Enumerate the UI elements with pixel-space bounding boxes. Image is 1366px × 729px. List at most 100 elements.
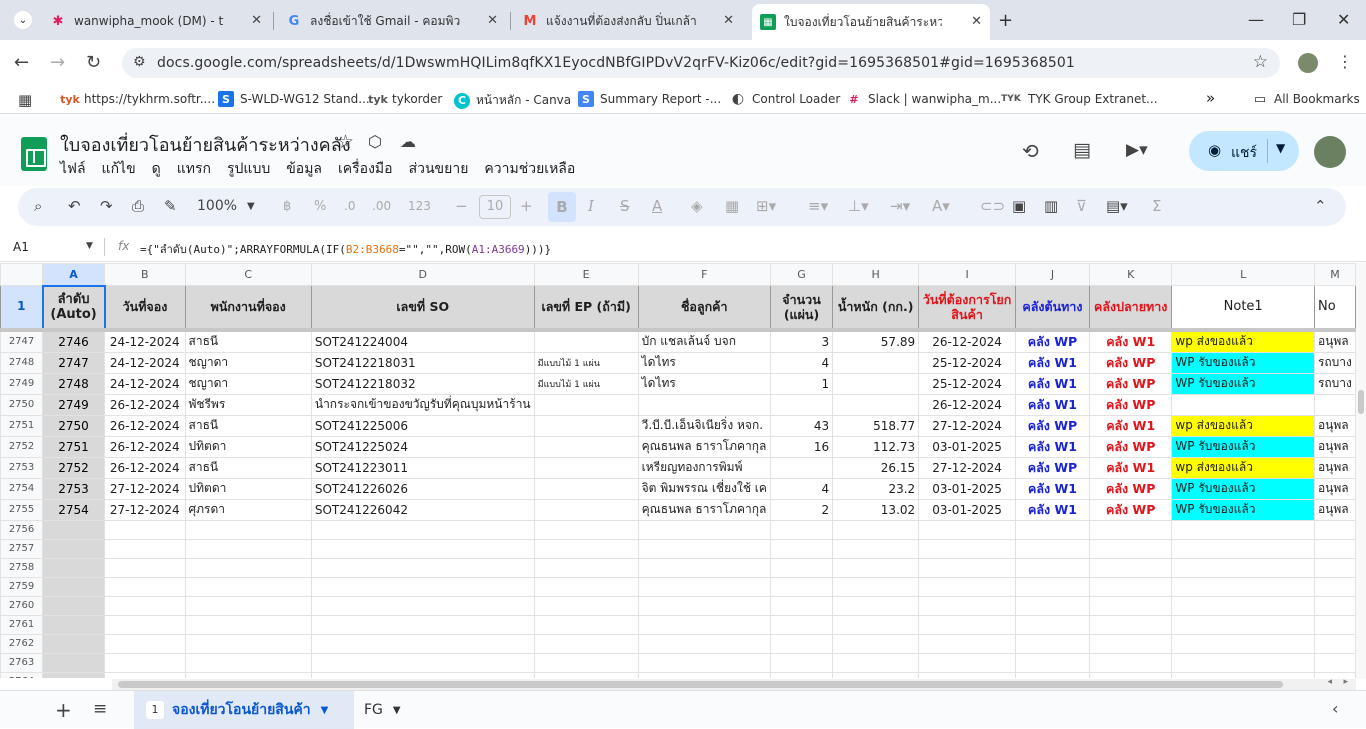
empty-cell[interactable] (533, 557, 639, 578)
bookmark-item[interactable]: tyk https://tykhrm.softr.... (60, 91, 215, 107)
cell-ep-number[interactable]: มีแบบไม้ 1 แผ่น (533, 372, 639, 395)
empty-cell[interactable] (1171, 614, 1315, 635)
cell-customer[interactable]: ไดไทร (637, 351, 771, 374)
cell-note1[interactable]: WP รับของแล้ว (1171, 435, 1315, 458)
empty-cell[interactable] (1171, 671, 1315, 678)
back-icon[interactable]: ← (14, 52, 29, 73)
cell-ep-number[interactable] (533, 435, 639, 458)
cell-origin-warehouse[interactable]: คลัง WP (1015, 414, 1090, 437)
increase-decimal-button[interactable]: .00 (372, 199, 391, 213)
empty-cell[interactable] (1088, 595, 1173, 616)
cell-ep-number[interactable] (533, 393, 639, 416)
row-number[interactable]: 2755 (0, 498, 44, 521)
column-header[interactable]: C (184, 263, 312, 286)
decrease-font-size-icon[interactable]: − (455, 197, 468, 215)
empty-cell[interactable] (769, 595, 834, 616)
percent-format-button[interactable]: % (314, 199, 326, 214)
vertical-align-icon[interactable]: ⊥▾ (848, 197, 869, 215)
empty-cell[interactable] (832, 671, 920, 678)
empty-cell[interactable] (184, 576, 312, 597)
empty-cell[interactable] (533, 519, 639, 540)
fill-color-icon[interactable]: ◈ (691, 197, 703, 215)
bookmark-item[interactable]: tyk tykorder (368, 91, 442, 107)
cell-destination-warehouse[interactable]: คลัง W1 (1088, 456, 1173, 479)
empty-cell[interactable] (184, 519, 312, 540)
empty-cell[interactable] (1313, 557, 1356, 578)
bookmarks-overflow-icon[interactable]: » (1206, 89, 1215, 107)
cell-transfer-date[interactable]: 03-01-2025 (918, 498, 1017, 521)
cell-note2[interactable]: รถบาง (1313, 351, 1356, 374)
menu-help[interactable]: ความช่วยเหลือ (484, 158, 575, 180)
vertical-scrollbar[interactable] (1356, 263, 1366, 679)
close-icon[interactable]: ✕ (251, 13, 262, 28)
empty-cell[interactable] (1088, 671, 1173, 678)
cell-note2[interactable]: อนุพล (1313, 498, 1356, 521)
cell-weight[interactable] (832, 393, 920, 416)
empty-cell[interactable] (310, 614, 535, 635)
empty-cell[interactable] (184, 652, 312, 673)
cell-so-number[interactable]: SOT241223011 (310, 456, 535, 479)
cell-ep-number[interactable] (533, 456, 639, 479)
empty-cell[interactable] (1015, 652, 1090, 673)
zoom-dropdown-icon[interactable]: ▼ (247, 201, 255, 212)
cell-transfer-date[interactable]: 26-12-2024 (918, 329, 1017, 353)
empty-cell[interactable] (1313, 538, 1356, 559)
spreadsheet-grid[interactable]: A B C D E F G H I J K L M 1 ลำดับ (Auto)… (0, 263, 1356, 678)
reload-icon[interactable]: ↻ (86, 52, 101, 73)
horizontal-scrollbar[interactable]: ◂ ▸ (112, 677, 1356, 690)
menu-file[interactable]: ไฟล์ (60, 158, 86, 180)
empty-cell[interactable] (769, 519, 834, 540)
cell-staff[interactable]: ชญาดา (184, 351, 312, 374)
empty-cell[interactable] (533, 671, 639, 678)
cell-so-number[interactable]: SOT241225024 (310, 435, 535, 458)
cell-destination-warehouse[interactable]: คลัง WP (1088, 498, 1173, 521)
collapse-toolbar-icon[interactable]: ⌃ (1314, 197, 1327, 215)
cell-booking-date[interactable]: 24-12-2024 (104, 351, 186, 374)
empty-cell[interactable] (832, 519, 920, 540)
cell-destination-warehouse[interactable]: คลัง W1 (1088, 414, 1173, 437)
cell-customer[interactable]: คุณธนพล ธาราโภคากุล (637, 498, 771, 521)
menu-insert[interactable]: แทรก (177, 158, 211, 180)
empty-cell[interactable] (918, 652, 1017, 673)
header-cell-staff[interactable]: พนักงานที่จอง (184, 285, 312, 330)
empty-cell[interactable] (1313, 519, 1356, 540)
empty-cell[interactable] (42, 614, 106, 635)
cell-sequence[interactable]: 2746 (42, 329, 106, 353)
empty-cell[interactable] (1313, 652, 1356, 673)
cell-booking-date[interactable]: 24-12-2024 (104, 329, 186, 353)
cell-transfer-date[interactable]: 25-12-2024 (918, 351, 1017, 374)
cell-weight[interactable]: 112.73 (832, 435, 920, 458)
row-number[interactable]: 2752 (0, 435, 44, 458)
cell-weight[interactable]: 26.15 (832, 456, 920, 479)
cloud-status-icon[interactable]: ☁ (400, 132, 416, 151)
row-number[interactable]: 2761 (0, 614, 44, 635)
cell-note2[interactable]: อนุพล (1313, 435, 1356, 458)
decrease-decimal-button[interactable]: .0 (344, 199, 355, 213)
row-number[interactable]: 2760 (0, 595, 44, 616)
empty-cell[interactable] (637, 614, 771, 635)
cell-origin-warehouse[interactable]: คลัง W1 (1015, 372, 1090, 395)
cell-staff[interactable]: สาธนี (184, 456, 312, 479)
sheet-tab-active[interactable]: 1 จองเที่ยวโอนย้ายสินค้า ▼ (134, 691, 354, 729)
cell-note1[interactable]: WP รับของแล้ว (1171, 351, 1315, 374)
cell-sequence[interactable]: 2749 (42, 393, 106, 416)
empty-cell[interactable] (184, 614, 312, 635)
cell-origin-warehouse[interactable]: คลัง WP (1015, 329, 1090, 353)
empty-cell[interactable] (1088, 538, 1173, 559)
cell-customer[interactable]: วี.บี.บี.เอ็นจิเนียริ่ง หจก. (637, 414, 771, 437)
cell-customer[interactable]: เหรียญทองการพิมพ์ (637, 456, 771, 479)
empty-cell[interactable] (42, 519, 106, 540)
browser-tab-slack[interactable]: ✱ wanwipha_mook (DM) - tyk - 1 ✕ (42, 6, 270, 36)
cell-quantity[interactable]: 3 (769, 329, 834, 353)
text-color-button[interactable]: A (652, 197, 662, 215)
all-sheets-icon[interactable]: ≡ (93, 699, 107, 719)
cell-booking-date[interactable]: 27-12-2024 (104, 477, 186, 500)
site-info-icon[interactable]: ⚙ (133, 54, 146, 70)
name-box-dropdown-icon[interactable]: ▼ (86, 241, 93, 251)
empty-cell[interactable] (1088, 557, 1173, 578)
cell-so-number[interactable]: SOT2412218032 (310, 372, 535, 395)
cell-note1[interactable] (1171, 393, 1315, 416)
empty-cell[interactable] (637, 652, 771, 673)
empty-cell[interactable] (769, 652, 834, 673)
print-icon[interactable]: ⎙ (132, 197, 144, 215)
